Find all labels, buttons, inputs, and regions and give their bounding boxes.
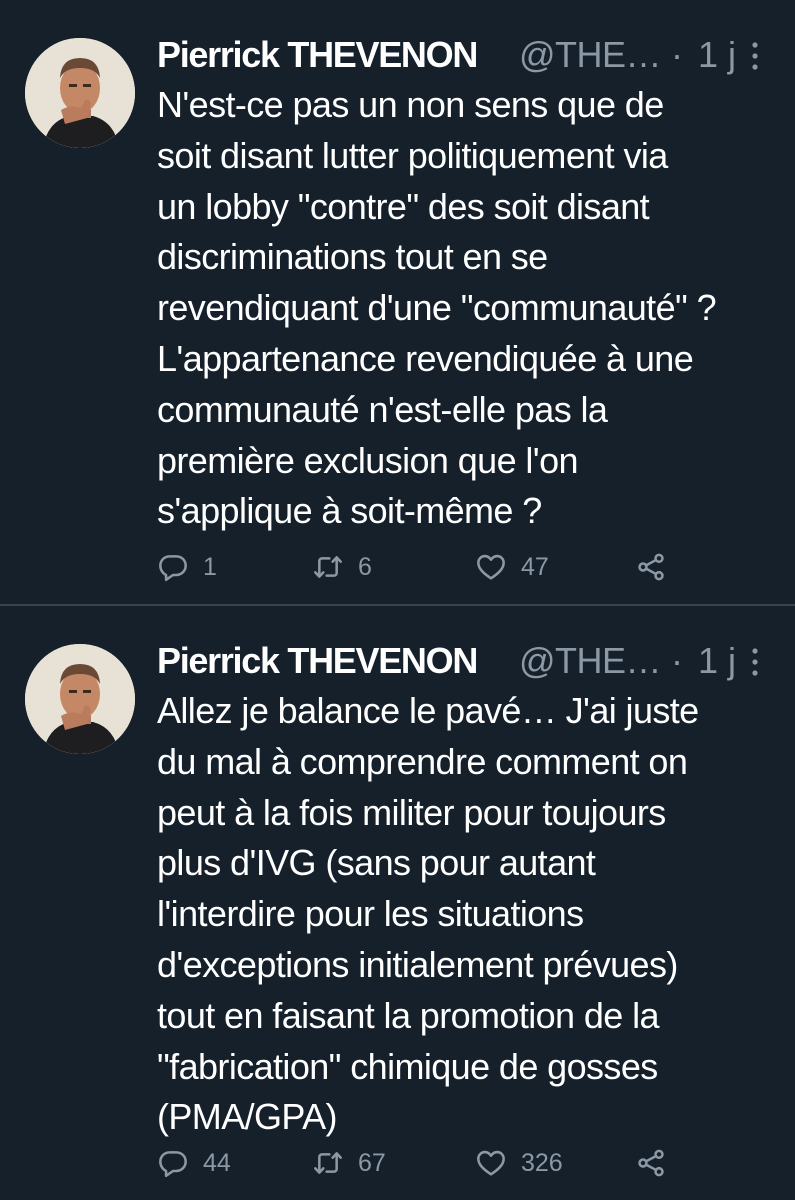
tweet-actions: 1 6 47 bbox=[157, 545, 677, 589]
more-vertical-icon[interactable] bbox=[747, 40, 763, 72]
retweet-count: 67 bbox=[358, 1148, 386, 1177]
heart-icon bbox=[477, 554, 505, 580]
tweet-text-line: N'est-ce pas un non sens que de bbox=[157, 84, 664, 125]
like-count: 47 bbox=[521, 552, 549, 581]
tweet[interactable]: Pierrick THEVENON @THE… · 1 j Allez je b… bbox=[0, 606, 795, 1200]
author-name[interactable]: Pierrick THEVENON bbox=[157, 640, 478, 682]
author-handle[interactable]: @THE… bbox=[519, 34, 662, 76]
tweet-text-line: communauté n'est-elle pas la bbox=[157, 388, 608, 430]
tweet[interactable]: Pierrick THEVENON @THE… · 1 j N'est-ce p… bbox=[0, 0, 795, 604]
tweet-text-line: L'appartenance revendiquée à une bbox=[157, 337, 694, 379]
avatar-image bbox=[25, 38, 135, 148]
tweet-header: Pierrick THEVENON @THE… · 1 j bbox=[157, 28, 772, 84]
separator-dot: · bbox=[671, 34, 683, 75]
share-button[interactable] bbox=[635, 545, 667, 589]
like-button[interactable]: 47 bbox=[475, 545, 549, 589]
tweet-text-line: discriminations tout en se bbox=[157, 236, 548, 278]
tweet-text-line: d'exceptions initialement prévues) bbox=[157, 943, 678, 985]
tweet-text-line: plus d'IVG (sans pour autant bbox=[157, 842, 596, 884]
tweet-text-line: revendiquant d'une "communauté" ? bbox=[157, 287, 717, 329]
reply-icon bbox=[159, 555, 187, 582]
retweet-button[interactable]: 67 bbox=[312, 1141, 386, 1185]
author-handle[interactable]: @THE… bbox=[519, 640, 662, 682]
tweet-text-line: l'interdire pour les situations bbox=[157, 893, 584, 935]
tweet-actions: 44 67 326 bbox=[157, 1141, 677, 1185]
tweet-text-line: du mal à comprendre comment on bbox=[157, 740, 688, 782]
tweet-timestamp[interactable]: 1 j bbox=[698, 34, 736, 76]
tweet-text: N'est-ce pas un non sens que de soit dis… bbox=[157, 80, 787, 537]
tweet-text-line: tout en faisant la promotion de la bbox=[157, 994, 660, 1036]
retweet-icon bbox=[314, 1152, 342, 1174]
retweet-button[interactable]: 6 bbox=[312, 545, 372, 589]
tweet-text-line: peut à la fois militer pour toujours bbox=[157, 791, 666, 833]
share-button[interactable] bbox=[635, 1141, 667, 1185]
reply-icon bbox=[159, 1151, 187, 1178]
retweet-count: 6 bbox=[358, 552, 372, 581]
more-vertical-icon[interactable] bbox=[747, 646, 763, 678]
avatar-image bbox=[25, 644, 135, 754]
avatar[interactable] bbox=[25, 644, 135, 754]
reply-button[interactable]: 44 bbox=[157, 1141, 231, 1185]
tweet-text-line: Allez je balance le pavé… J'ai juste bbox=[157, 690, 699, 731]
retweet-icon bbox=[314, 556, 342, 578]
tweet-text: Allez je balance le pavé… J'ai juste du … bbox=[157, 686, 787, 1143]
reply-count: 44 bbox=[203, 1148, 231, 1177]
tweet-text-line: "fabrication" chimique de gosses bbox=[157, 1045, 658, 1087]
reply-button[interactable]: 1 bbox=[157, 545, 217, 589]
tweet-text-line: (PMA/GPA) bbox=[157, 1096, 338, 1138]
timeline: Pierrick THEVENON @THE… · 1 j N'est-ce p… bbox=[0, 0, 795, 1200]
like-count: 326 bbox=[521, 1148, 563, 1177]
tweet-text-line: un lobby "contre" des soit disant bbox=[157, 185, 650, 227]
tweet-header: Pierrick THEVENON @THE… · 1 j bbox=[157, 634, 772, 690]
tweet-text-line: soit disant lutter politiquement via bbox=[157, 134, 668, 176]
author-name[interactable]: Pierrick THEVENON bbox=[157, 34, 478, 76]
heart-icon bbox=[477, 1150, 505, 1176]
separator-dot: · bbox=[671, 640, 683, 681]
share-icon bbox=[638, 1149, 664, 1177]
like-button[interactable]: 326 bbox=[475, 1141, 563, 1185]
reply-count: 1 bbox=[203, 552, 217, 581]
tweet-timestamp[interactable]: 1 j bbox=[698, 640, 736, 682]
avatar[interactable] bbox=[25, 38, 135, 148]
tweet-text-line: première exclusion que l'on bbox=[157, 439, 579, 481]
tweet-text-line: s'applique à soit-même ? bbox=[157, 490, 542, 532]
share-icon bbox=[638, 553, 664, 581]
